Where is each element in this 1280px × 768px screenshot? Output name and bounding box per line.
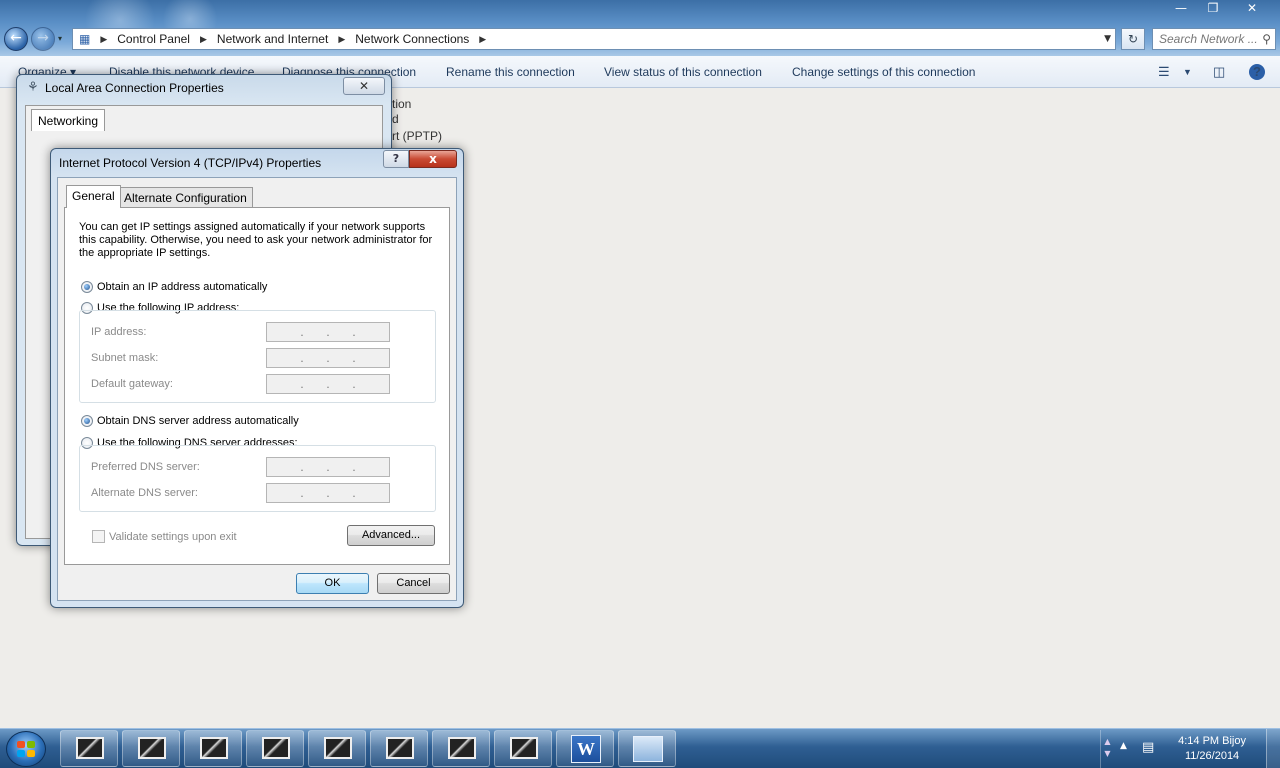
word-icon: W [571, 735, 601, 763]
show-hidden-icons-icon[interactable]: ▲ [1120, 741, 1127, 751]
address-dropdown-icon[interactable]: ▼ [1104, 34, 1111, 44]
clock-date: 11/26/2014 [1184, 750, 1240, 762]
refresh-icon: ↻ [1127, 32, 1139, 46]
bg-connection-text: tion [392, 97, 412, 111]
search-placeholder: Search Network ... [1159, 32, 1258, 46]
forward-button[interactable]: → [31, 27, 55, 51]
validate-settings-label: Validate settings upon exit [109, 530, 237, 543]
preview-pane-icon[interactable]: ◫ [1213, 64, 1225, 80]
control-panel-icon: ▦ [79, 32, 91, 46]
change-settings-button[interactable]: Change settings of this connection [792, 65, 975, 79]
validate-settings-checkbox: Validate settings upon exit [92, 530, 237, 543]
ipv4-properties-dialog: Internet Protocol Version 4 (TCP/IPv4) P… [50, 148, 464, 608]
monitor-icon [76, 737, 104, 759]
ipv4-dialog-body: General Alternate Configuration You can … [57, 177, 457, 601]
taskbar-app-button[interactable] [122, 730, 180, 767]
forward-arrow-icon: → [37, 30, 49, 46]
clock-time: 4:14 PM Bijoy [1178, 735, 1246, 747]
address-bar[interactable]: ▦ ▶ Control Panel ▶ Network and Internet… [72, 28, 1116, 50]
taskbar-app-button[interactable] [246, 730, 304, 767]
taskbar-app-button[interactable] [184, 730, 242, 767]
clock[interactable]: 4:14 PM Bijoy 11/26/2014 [1178, 734, 1246, 764]
breadcrumb-separator-icon: ▶ [100, 33, 108, 44]
start-button[interactable] [6, 731, 46, 767]
breadcrumb-network-connections[interactable]: Network Connections [355, 32, 469, 46]
ok-button[interactable]: OK [296, 573, 369, 594]
recent-pages-dropdown-icon[interactable]: ▾ [58, 34, 62, 43]
monitor-icon [510, 737, 538, 759]
default-gateway-label: Default gateway: [91, 378, 173, 390]
network-status-icon[interactable]: ▤ [1142, 740, 1154, 755]
breadcrumb-separator-icon[interactable]: ▶ [479, 34, 486, 45]
obtain-dns-auto-radio[interactable]: Obtain DNS server address automatically [81, 415, 299, 427]
show-desktop-button[interactable] [1266, 729, 1280, 768]
refresh-button[interactable]: ↻ [1121, 28, 1145, 50]
back-button[interactable]: ← [4, 27, 28, 51]
help-icon[interactable]: ? [1249, 64, 1265, 80]
subnet-mask-input: ... [266, 348, 390, 368]
search-input[interactable]: Search Network ... ⚲ [1152, 28, 1276, 50]
close-window-button[interactable]: ✕ [1230, 0, 1274, 18]
breadcrumb-separator-icon: ▶ [199, 33, 207, 44]
advanced-button[interactable]: Advanced... [347, 525, 435, 546]
change-view-icon[interactable]: ☰ [1158, 64, 1170, 80]
bg-connection-text: d [392, 112, 399, 126]
obtain-dns-auto-label: Obtain DNS server address automatically [97, 415, 299, 427]
taskbar-app-button[interactable] [370, 730, 428, 767]
close-button[interactable]: x [409, 150, 457, 168]
tab-alternate-configuration[interactable]: Alternate Configuration [118, 187, 253, 207]
taskbar: W ▲ ▼ ▲ ▤ 4:14 PM Bijoy 11/26/2014 [0, 728, 1280, 768]
ipv4-dialog-title: Internet Protocol Version 4 (TCP/IPv4) P… [59, 156, 322, 170]
taskbar-app-button[interactable] [60, 730, 118, 767]
taskbar-app-button[interactable] [308, 730, 366, 767]
cancel-button[interactable]: Cancel [377, 573, 450, 594]
monitor-icon [138, 737, 166, 759]
obtain-ip-auto-radio[interactable]: Obtain an IP address automatically [81, 281, 267, 293]
view-dropdown-icon[interactable]: ▼ [1183, 67, 1192, 77]
default-gateway-input: ... [266, 374, 390, 394]
rename-button[interactable]: Rename this connection [446, 65, 575, 79]
back-arrow-icon: ← [10, 30, 22, 46]
alternate-dns-label: Alternate DNS server: [91, 487, 198, 499]
tab-networking[interactable]: Networking [31, 109, 106, 131]
taskbar-control-panel-button[interactable] [618, 730, 676, 767]
taskbar-app-button[interactable] [432, 730, 490, 767]
alternate-dns-input: ... [266, 483, 390, 503]
radio-selected-icon [81, 415, 93, 427]
windows-logo-icon [17, 741, 35, 757]
monitor-icon [262, 737, 290, 759]
bg-connection-text: rt (PPTP) [392, 129, 442, 143]
monitor-icon [386, 737, 414, 759]
breadcrumb-network-and-internet[interactable]: Network and Internet [217, 32, 328, 46]
breadcrumb-separator-icon: ▶ [338, 33, 346, 44]
breadcrumb-control-panel[interactable]: Control Panel [117, 32, 190, 46]
network-adapter-icon: ⚘ [27, 80, 39, 95]
lan-close-button[interactable]: ✕ [343, 77, 385, 95]
preferred-dns-label: Preferred DNS server: [91, 461, 200, 473]
lan-dialog-title: Local Area Connection Properties [45, 81, 224, 95]
help-button[interactable]: ? [383, 150, 409, 168]
control-panel-icon [633, 736, 663, 762]
ip-settings-description: You can get IP settings assigned automat… [79, 221, 433, 259]
minimize-button[interactable]: — [1166, 0, 1196, 18]
preferred-dns-input: ... [266, 457, 390, 477]
maximize-button[interactable]: ❐ [1198, 0, 1228, 18]
taskbar-app-button[interactable] [494, 730, 552, 767]
navigation-bar: ← → ▾ ▦ ▶ Control Panel ▶ Network and In… [0, 24, 1280, 54]
obtain-ip-auto-label: Obtain an IP address automatically [97, 281, 268, 293]
ip-address-label: IP address: [91, 326, 147, 338]
taskbar-word-button[interactable]: W [556, 730, 614, 767]
monitor-icon [200, 737, 228, 759]
radio-selected-icon [81, 281, 93, 293]
monitor-icon [448, 737, 476, 759]
tab-general[interactable]: General [66, 185, 121, 208]
subnet-mask-label: Subnet mask: [91, 352, 159, 364]
monitor-icon [324, 737, 352, 759]
general-tab-panel: You can get IP settings assigned automat… [64, 207, 450, 565]
view-status-button[interactable]: View status of this connection [604, 65, 762, 79]
checkbox-icon [92, 530, 105, 543]
ip-address-input: ... [266, 322, 390, 342]
search-icon: ⚲ [1262, 32, 1271, 46]
system-tray: ▲ ▤ 4:14 PM Bijoy 11/26/2014 [1100, 729, 1280, 768]
